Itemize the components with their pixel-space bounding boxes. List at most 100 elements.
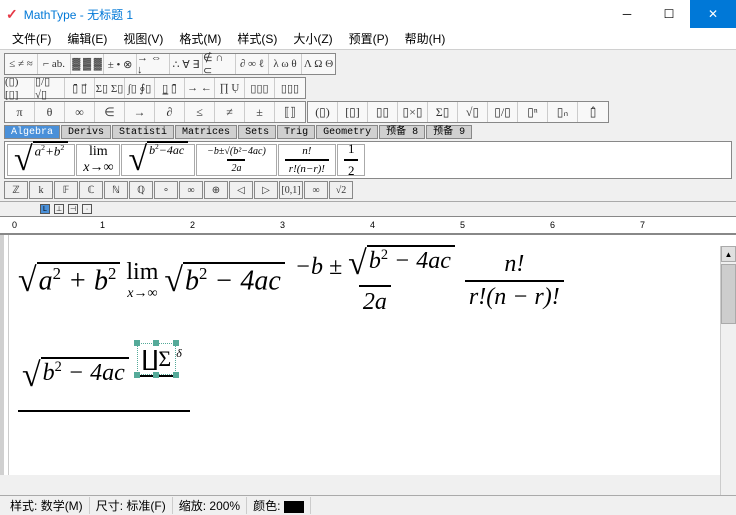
minimize-button[interactable]: ─ xyxy=(606,0,648,28)
menu-file[interactable]: 文件(F) xyxy=(4,28,59,49)
tmpl-slots[interactable]: ▯▯ xyxy=(368,102,398,122)
tabstop-center-icon[interactable]: ⊥ xyxy=(54,204,64,214)
sym-brackets[interactable]: ⟦⟧ xyxy=(275,102,305,122)
sym-pi[interactable]: π xyxy=(5,102,35,122)
selection-box[interactable]: ∐Σ xyxy=(137,343,176,375)
tab-algebra[interactable]: Algebra xyxy=(4,125,60,139)
scroll-up-icon[interactable]: ▲ xyxy=(721,246,736,262)
sym-theta[interactable]: θ xyxy=(35,102,65,122)
tab-statisti[interactable]: Statisti xyxy=(112,125,174,139)
menu-help[interactable]: 帮助(H) xyxy=(397,28,454,49)
tab-geometry[interactable]: Geometry xyxy=(316,125,378,139)
tmpl-sqrt[interactable]: √▯ xyxy=(458,102,488,122)
tmpl-quadratic[interactable]: −b±√(b²−4ac)2a xyxy=(196,144,277,176)
ruler[interactable]: 0 1 2 3 4 5 6 7 xyxy=(0,216,736,234)
b-interval[interactable]: [0,1] xyxy=(279,181,303,199)
b-left[interactable]: ◁ xyxy=(229,181,253,199)
b-C[interactable]: ℂ xyxy=(79,181,103,199)
sym-ne[interactable]: ≠ xyxy=(215,102,245,122)
palette-greek-upper[interactable]: Λ Ω Θ xyxy=(302,54,335,74)
tab-matrices[interactable]: Matrices xyxy=(175,125,237,139)
tmpl-sqrt-discr[interactable]: √b2−4ac xyxy=(121,144,195,176)
tmpl-sup[interactable]: ▯ⁿ xyxy=(518,102,548,122)
tmpl-products[interactable]: ∏ Ụ xyxy=(215,78,245,98)
status-zoom-value[interactable]: 200% xyxy=(209,499,240,513)
scroll-thumb[interactable] xyxy=(721,264,736,324)
palette-logic[interactable]: ∴ ∀ ∃ xyxy=(170,54,203,74)
menu-edit[interactable]: 编辑(E) xyxy=(59,28,115,49)
tmpl-sums[interactable]: Σ▯ Σ▯ xyxy=(95,78,125,98)
tabstop-right-icon[interactable]: ⊣ xyxy=(68,204,78,214)
template-tray: √a2+b2 limx→∞ √b2−4ac −b±√(b²−4ac)2a n!r… xyxy=(4,141,732,179)
tmpl-fences[interactable]: (▯) [▯] xyxy=(5,78,35,98)
tmpl-integrals[interactable]: ∫▯ ∮▯ xyxy=(125,78,155,98)
tmpl-frac-radical[interactable]: ▯/▯ √▯ xyxy=(35,78,65,98)
tmpl-sub[interactable]: ▯ₙ xyxy=(548,102,578,122)
palette-spaces[interactable]: ⌐ ab. xyxy=(38,54,71,74)
tmpl-times[interactable]: ▯×▯ xyxy=(398,102,428,122)
b-oplus[interactable]: ⊕ xyxy=(204,181,228,199)
sym-partial[interactable]: ∂ xyxy=(155,102,185,122)
b-right[interactable]: ▷ xyxy=(254,181,278,199)
status-zoom-label: 缩放: xyxy=(179,499,206,513)
b-Z[interactable]: ℤ xyxy=(4,181,28,199)
window-title: MathType - 无标题 1 xyxy=(24,6,606,23)
tab-sets[interactable]: Sets xyxy=(238,125,276,139)
status-size-value[interactable]: 标准(F) xyxy=(126,499,165,513)
palette-relations[interactable]: ≤ ≠ ≈ xyxy=(5,54,38,74)
b-sqrt2[interactable]: √2 xyxy=(329,181,353,199)
b-infty[interactable]: ∞ xyxy=(179,181,203,199)
status-style-value[interactable]: 数学(M) xyxy=(41,499,83,513)
tmpl-hat[interactable]: ▯̂ xyxy=(578,102,608,122)
tmpl-labeled-arrows[interactable]: → ← xyxy=(185,78,215,98)
b-infty2[interactable]: ∞ xyxy=(304,181,328,199)
app-icon: ✓ xyxy=(6,6,18,23)
tmpl-bars[interactable]: ▯̄ ▯⃗ xyxy=(65,78,95,98)
palette-greek-lower[interactable]: λ ω θ xyxy=(269,54,302,74)
palette-arrows[interactable]: → ⇔ ↓ xyxy=(137,54,170,74)
tmpl-binom[interactable]: n!r!(n−r)! xyxy=(278,144,336,176)
b-N[interactable]: ℕ xyxy=(104,181,128,199)
menu-style[interactable]: 样式(S) xyxy=(229,28,285,49)
close-button[interactable]: ✕ xyxy=(690,0,736,28)
palette-operators[interactable]: ± • ⊗ xyxy=(104,54,137,74)
b-Q[interactable]: ℚ xyxy=(129,181,153,199)
equation-canvas[interactable]: √a2 + b2 limx→∞ √b2 − 4ac −b ± √b2 − 4ac… xyxy=(0,235,736,475)
sym-le[interactable]: ≤ xyxy=(185,102,215,122)
tabstop-decimal-icon[interactable]: · xyxy=(82,204,92,214)
palette-row-1: ≤ ≠ ≈ ⌐ ab. ▓ ▓ ▓ ± • ⊗ → ⇔ ↓ ∴ ∀ ∃ ∉ ∩ … xyxy=(4,53,732,75)
tab-reserve8[interactable]: 预备 8 xyxy=(379,125,425,139)
sym-pm[interactable]: ± xyxy=(245,102,275,122)
tmpl-frac[interactable]: ▯/▯ xyxy=(488,102,518,122)
tmpl-bracket[interactable]: [▯] xyxy=(338,102,368,122)
sym-arrow[interactable]: → xyxy=(125,102,155,122)
tmpl-underover[interactable]: ▯̲ ▯̄ xyxy=(155,78,185,98)
tmpl-paren[interactable]: (▯) xyxy=(308,102,338,122)
menu-bar: 文件(F) 编辑(E) 视图(V) 格式(M) 样式(S) 大小(Z) 预置(P… xyxy=(0,28,736,50)
vertical-scrollbar[interactable]: ▲ xyxy=(720,246,736,495)
tmpl-half[interactable]: 12 xyxy=(337,144,366,176)
tmpl-sum[interactable]: Σ▯ xyxy=(428,102,458,122)
tabstop-left-icon[interactable]: L xyxy=(40,204,50,214)
palette-embellish[interactable]: ▓ ▓ ▓ xyxy=(71,54,104,74)
maximize-button[interactable]: ☐ xyxy=(648,0,690,28)
tmpl-lim[interactable]: limx→∞ xyxy=(76,144,120,176)
b-comp[interactable]: ∘ xyxy=(154,181,178,199)
tab-trig[interactable]: Trig xyxy=(277,125,315,139)
tab-reserve9[interactable]: 预备 9 xyxy=(426,125,472,139)
palette-set[interactable]: ∉ ∩ ⊂ xyxy=(203,54,236,74)
tab-derivs[interactable]: Derivs xyxy=(61,125,111,139)
b-F[interactable]: 𝔽 xyxy=(54,181,78,199)
sym-infty[interactable]: ∞ xyxy=(65,102,95,122)
menu-view[interactable]: 视图(V) xyxy=(115,28,171,49)
palette-misc[interactable]: ∂ ∞ ℓ xyxy=(236,54,269,74)
menu-format[interactable]: 格式(M) xyxy=(171,28,229,49)
b-k[interactable]: k xyxy=(29,181,53,199)
tmpl-matrices[interactable]: ▯▯▯ xyxy=(245,78,275,98)
color-swatch[interactable] xyxy=(284,501,304,513)
tmpl-boxes[interactable]: ▯▯▯ xyxy=(275,78,305,98)
sym-in[interactable]: ∈ xyxy=(95,102,125,122)
menu-size[interactable]: 大小(Z) xyxy=(285,28,340,49)
menu-preferences[interactable]: 预置(P) xyxy=(341,28,397,49)
tmpl-sqrt-a2b2[interactable]: √a2+b2 xyxy=(7,144,75,176)
